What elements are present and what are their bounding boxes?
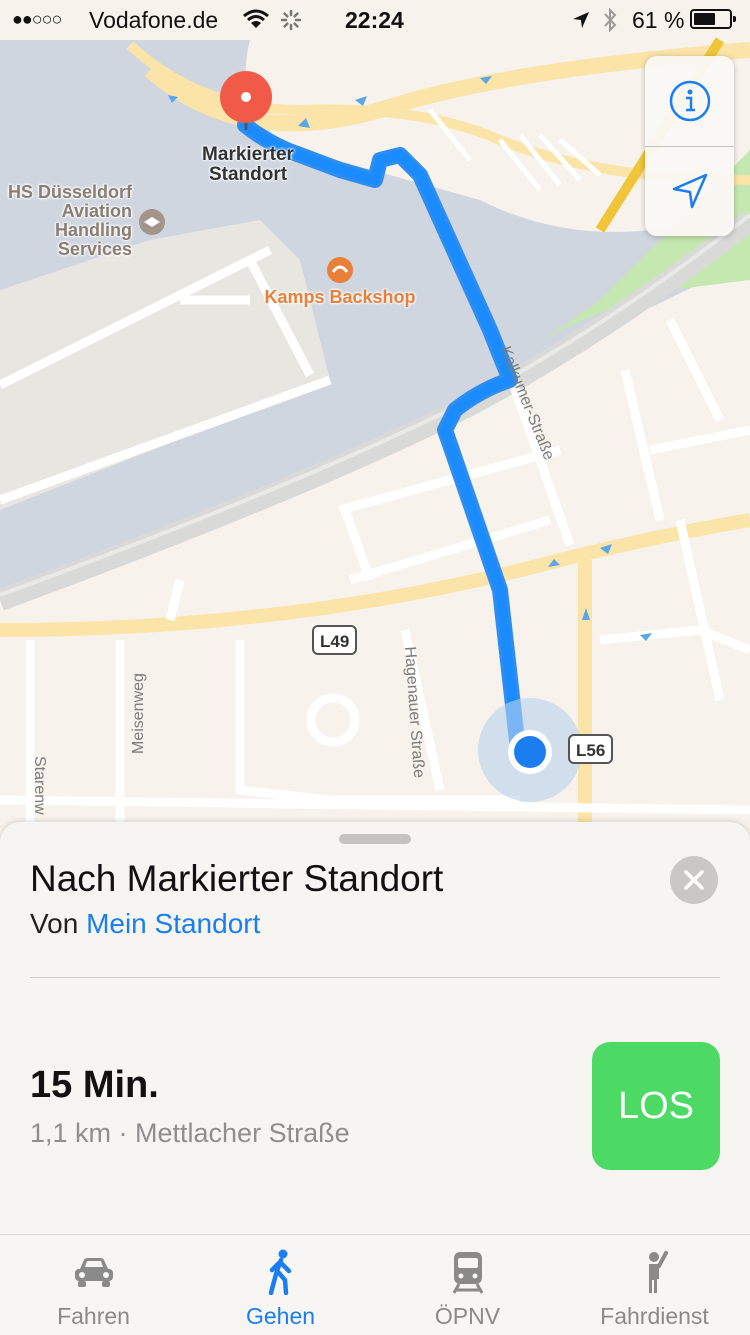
street-label-starenweg: Starenw (31, 756, 48, 815)
tab-walk[interactable]: Gehen (187, 1235, 374, 1335)
clock: 22:24 (345, 7, 404, 33)
tab-drive-label: Fahren (57, 1303, 130, 1329)
road-shield-l56: L56 (568, 734, 614, 764)
tab-drive[interactable]: Fahren (0, 1235, 187, 1335)
battery-percent: 61 % (632, 7, 685, 33)
route-duration: 15 Min. (30, 1064, 159, 1106)
info-button[interactable] (645, 56, 734, 146)
wifi-icon (243, 9, 269, 28)
signal-strength: ●●○○○ (12, 9, 62, 29)
walking-icon (268, 1249, 291, 1295)
info-icon (669, 80, 710, 122)
car-icon (74, 1258, 113, 1287)
battery-icon (690, 9, 736, 29)
go-button-label: LOS (617, 1084, 695, 1127)
map-view[interactable]: Markierter Standort HS Düsseldorf Aviati… (0, 0, 750, 830)
go-button[interactable]: LOS (592, 1042, 720, 1170)
route-origin: Von Mein Standort (30, 908, 260, 940)
location-services-icon (573, 12, 589, 28)
tab-transit[interactable]: ÖPNV (374, 1235, 561, 1335)
destination-label: Markierter Standort (202, 144, 294, 185)
route-details: 1,1 km · Mettlacher Straße (30, 1118, 350, 1148)
bakery-icon (327, 257, 353, 283)
tab-walk-label: Gehen (245, 1303, 316, 1329)
poi-bakery-label: Kamps Backshop (264, 287, 416, 307)
activity-spinner-icon (280, 9, 302, 31)
close-button[interactable] (670, 856, 718, 904)
transport-tab-bar: Fahren Gehen ÖPNV Fahrdienst (0, 1234, 750, 1335)
road-shield-l49: L49 (312, 625, 358, 655)
status-bar: ●●○○○ Vodafone.de 22:24 61 % (0, 0, 750, 40)
map-controls (645, 56, 734, 236)
close-icon (684, 870, 704, 890)
street-label-meisenweg: Meisenweg (130, 673, 147, 754)
tab-ride-label: Fahrdienst (600, 1303, 709, 1329)
route-title: Nach Markierter Standort (30, 858, 444, 899)
bluetooth-icon (604, 7, 617, 33)
location-button[interactable] (645, 146, 734, 236)
origin-prefix: Von (30, 908, 79, 939)
train-icon (452, 1252, 483, 1294)
poi-school-label: HS Düsseldorf Aviation Handling Services (7, 182, 132, 259)
location-arrow-icon (672, 173, 707, 209)
tab-ride[interactable]: Fahrdienst (561, 1235, 748, 1335)
carrier-name: Vodafone.de (89, 7, 219, 33)
origin-link[interactable]: Mein Standort (86, 908, 260, 939)
card-grabber[interactable] (339, 834, 411, 844)
route-card: Nach Markierter Standort Von Mein Stando… (0, 822, 750, 1242)
map-canvas (0, 0, 750, 830)
ride-icon (648, 1251, 668, 1293)
card-divider (30, 977, 720, 978)
school-icon (139, 209, 165, 235)
tab-transit-label: ÖPNV (434, 1303, 501, 1329)
